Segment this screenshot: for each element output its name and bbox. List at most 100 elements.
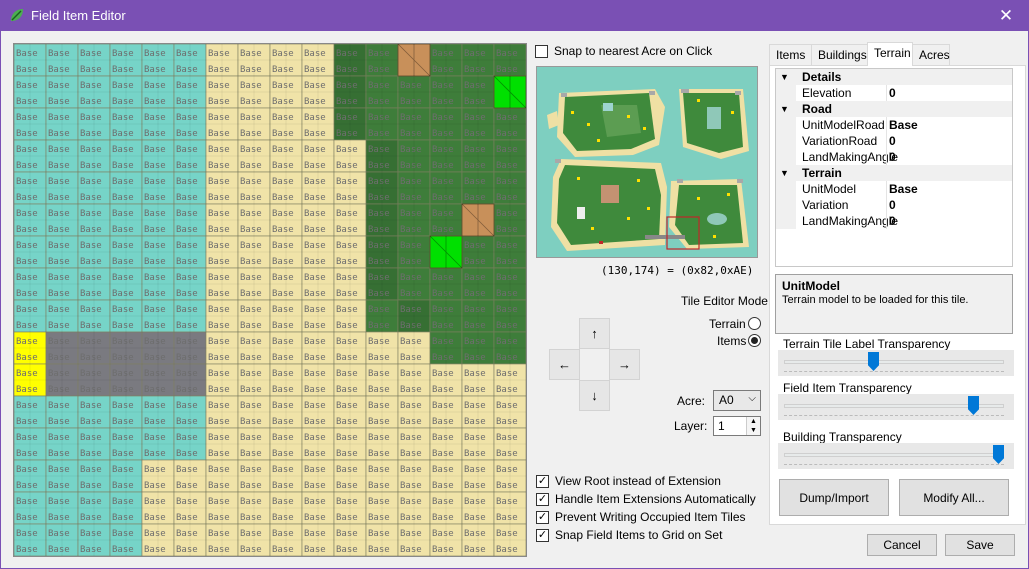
option-checkbox-3[interactable]: ✓ Snap Field Items to Grid on Set — [536, 527, 722, 543]
tile-label: Base — [112, 465, 134, 475]
tile-grid[interactable]: Base Base Base Base Base Base Base Base Base Base… — [13, 43, 527, 557]
tile-label: Base — [80, 161, 102, 171]
tile-label: Base — [464, 321, 486, 331]
arrow-down-button[interactable]: ↓ — [579, 380, 610, 411]
snap-acre-checkbox[interactable]: Snap to nearest Acre on Click — [535, 43, 712, 59]
property-row[interactable]: LandMakingAngle 0 — [776, 213, 1012, 229]
tile-label: Base — [368, 529, 390, 539]
property-row[interactable]: VariationRoad 0 — [776, 133, 1012, 149]
property-value[interactable]: 0 — [889, 197, 896, 213]
property-value[interactable]: 0 — [889, 149, 896, 165]
island-minimap[interactable] — [536, 66, 758, 258]
tile-label: Base — [368, 161, 390, 171]
tile-label: Base — [400, 129, 422, 139]
cancel-button[interactable]: Cancel — [867, 534, 937, 556]
mode-items-radio[interactable] — [748, 334, 761, 347]
tile-label: Base — [80, 225, 102, 235]
property-row[interactable]: UnitModel Base — [776, 181, 1012, 197]
property-value[interactable]: 0 — [889, 213, 896, 229]
spinner-arrows-icon[interactable]: ▲ ▼ — [746, 417, 760, 435]
tile-label: Base — [432, 513, 454, 523]
option-checkbox-1[interactable]: ✓ Handle Item Extensions Automatically — [536, 491, 756, 507]
property-value[interactable]: Base — [889, 117, 918, 133]
close-icon[interactable]: ✕ — [983, 0, 1029, 31]
tab-acres[interactable]: Acres — [912, 44, 950, 65]
transparency-slider[interactable] — [778, 443, 1014, 469]
tile-label: Base — [48, 401, 70, 411]
slider-track[interactable] — [784, 360, 1004, 364]
arrow-up-button[interactable]: ↑ — [579, 318, 610, 349]
property-value[interactable]: 0 — [889, 133, 896, 149]
snap-acre-box[interactable] — [535, 44, 548, 58]
tile-label: Base — [112, 305, 134, 315]
tile-label: Base — [368, 369, 390, 379]
tile-label: Base — [464, 145, 486, 155]
tile-label: Base — [464, 161, 486, 171]
tile-label: Base — [400, 449, 422, 459]
tile-label: Base — [80, 209, 102, 219]
tile-label: Base — [240, 97, 262, 107]
tile-label: Base — [80, 417, 102, 427]
collapse-icon[interactable]: ▼ — [780, 69, 789, 85]
property-row[interactable]: Elevation 0 — [776, 85, 1012, 101]
tab-terrain[interactable]: Terrain — [867, 42, 913, 66]
tab-items[interactable]: Items — [769, 44, 812, 65]
slider-thumb[interactable] — [993, 445, 1004, 464]
tile-label: Base — [80, 49, 102, 59]
transparency-slider[interactable] — [778, 394, 1014, 420]
tile-label: Base — [304, 273, 326, 283]
dump-import-button[interactable]: Dump/Import — [779, 479, 889, 516]
tile-label: Base — [400, 481, 422, 491]
transparency-slider[interactable] — [778, 350, 1014, 376]
property-grid[interactable]: ▼ Details Elevation 0 ▼ Road UnitModelRoad Base… — [775, 68, 1013, 267]
tile-label: Base — [464, 129, 486, 139]
tile-label: Base — [464, 497, 486, 507]
collapse-icon[interactable]: ▼ — [780, 165, 789, 181]
checkbox-box[interactable]: ✓ — [536, 474, 549, 488]
tab-buildings[interactable]: Buildings — [811, 44, 868, 65]
category-details[interactable]: ▼ Details — [776, 69, 1012, 85]
property-row[interactable]: Variation 0 — [776, 197, 1012, 213]
slider-thumb[interactable] — [968, 396, 979, 415]
slider-track[interactable] — [784, 453, 1004, 457]
property-value[interactable]: Base — [889, 181, 918, 197]
property-value[interactable]: 0 — [889, 85, 896, 101]
tile-label: Base — [400, 225, 422, 235]
checkbox-box[interactable]: ✓ — [536, 510, 549, 524]
save-button[interactable]: Save — [945, 534, 1015, 556]
tile-label: Base — [144, 113, 166, 123]
category-road[interactable]: ▼ Road — [776, 101, 1012, 117]
acre-select[interactable]: A0 ⌵ — [713, 390, 761, 411]
tile-label: Base — [176, 193, 198, 203]
arrow-right-button[interactable]: → — [609, 349, 640, 380]
category-terrain[interactable]: ▼ Terrain — [776, 165, 1012, 181]
tile-label: Base — [304, 241, 326, 251]
option-label: Handle Item Extensions Automatically — [555, 492, 756, 506]
tile-label: Base — [240, 417, 262, 427]
tile-label: Base — [432, 65, 454, 75]
tile-label: Base — [16, 481, 38, 491]
tile-label: Base — [80, 177, 102, 187]
collapse-icon[interactable]: ▼ — [780, 101, 789, 117]
tile-label: Base — [80, 545, 102, 555]
property-row[interactable]: UnitModelRoad Base — [776, 117, 1012, 133]
tile-label: Base — [368, 225, 390, 235]
option-checkbox-2[interactable]: ✓ Prevent Writing Occupied Item Tiles — [536, 509, 746, 525]
tile-label: Base — [464, 97, 486, 107]
property-row[interactable]: LandMakingAngle 0 — [776, 149, 1012, 165]
tile-label: Base — [368, 81, 390, 91]
tile-label: Base — [432, 545, 454, 555]
layer-spinner[interactable]: 1 ▲ ▼ — [713, 416, 761, 436]
tile-label: Base — [48, 337, 70, 347]
modify-all-button[interactable]: Modify All... — [899, 479, 1009, 516]
tile-label: Base — [208, 305, 230, 315]
mode-terrain-radio[interactable] — [748, 317, 761, 330]
tile-label: Base — [240, 145, 262, 155]
option-checkbox-0[interactable]: ✓ View Root instead of Extension — [536, 473, 721, 489]
slider-thumb[interactable] — [868, 352, 879, 371]
checkbox-box[interactable]: ✓ — [536, 528, 549, 542]
checkbox-box[interactable]: ✓ — [536, 492, 549, 506]
category-label: Details — [802, 70, 842, 84]
tile-label: Base — [16, 449, 38, 459]
arrow-left-button[interactable]: ← — [549, 349, 580, 380]
